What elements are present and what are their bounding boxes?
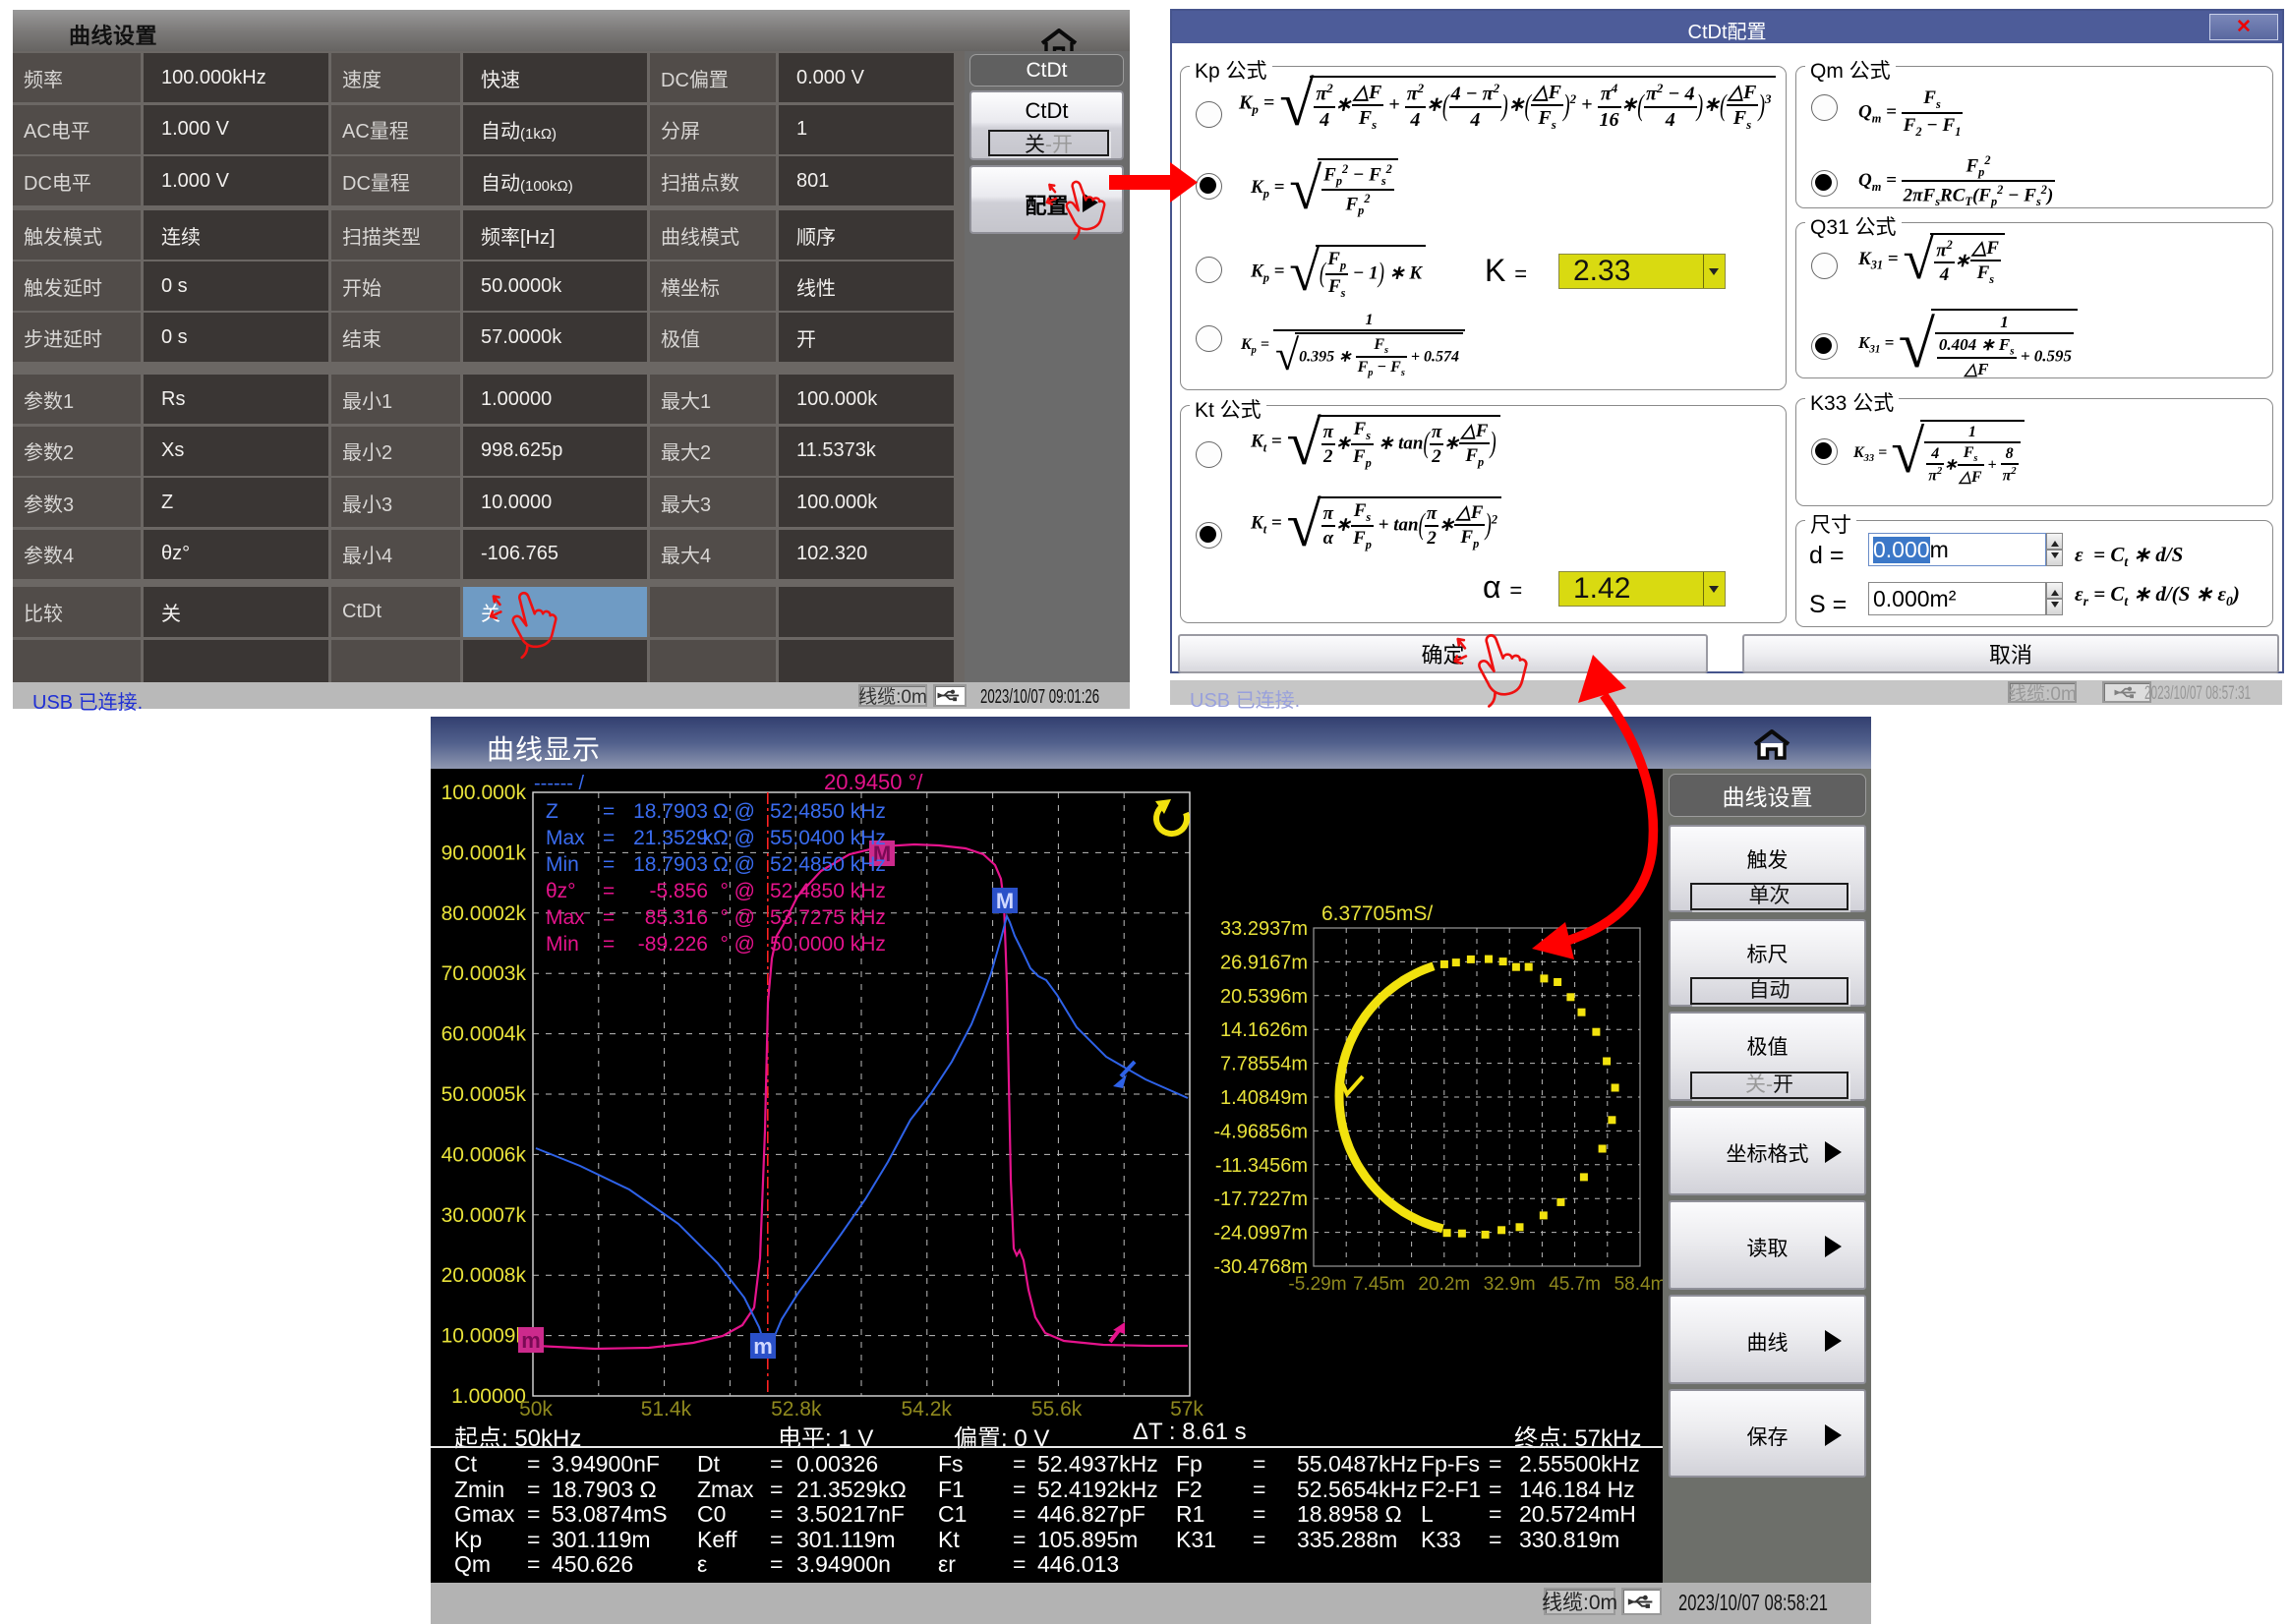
svg-text:Ω @: Ω @ [713, 853, 755, 876]
svg-text:=: = [603, 906, 615, 929]
svg-text:Z: Z [546, 800, 558, 823]
svg-text:1.40849m: 1.40849m [1220, 1087, 1308, 1109]
svg-text:M: M [996, 889, 1014, 913]
svg-text:70.0003k: 70.0003k [441, 962, 527, 985]
svg-text:7.45m: 7.45m [1353, 1274, 1405, 1295]
svg-text:50.0000 kHz: 50.0000 kHz [770, 933, 886, 956]
svg-text:51.4k: 51.4k [641, 1398, 692, 1421]
svg-text:Ω @: Ω @ [713, 800, 755, 823]
svg-text:32.9m: 32.9m [1484, 1274, 1536, 1295]
svg-text:° @: ° @ [720, 906, 755, 929]
svg-text:kΩ @: kΩ @ [703, 827, 755, 849]
svg-text:Max: Max [546, 906, 585, 929]
svg-text:100.000k: 100.000k [441, 782, 527, 804]
svg-text:18.7903: 18.7903 [633, 800, 708, 823]
svg-text:52.4850 kHz: 52.4850 kHz [770, 853, 886, 876]
svg-text:20.2m: 20.2m [1418, 1274, 1470, 1295]
svg-text:18.7903: 18.7903 [633, 853, 708, 876]
svg-text:m: m [753, 1334, 773, 1359]
svg-text:45.7m: 45.7m [1549, 1274, 1601, 1295]
svg-text:-5.29m: -5.29m [1288, 1274, 1346, 1295]
svg-text:20.0008k: 20.0008k [441, 1264, 527, 1287]
svg-text:60.0004k: 60.0004k [441, 1023, 527, 1046]
svg-text:Min: Min [546, 853, 579, 876]
svg-text:° @: ° @ [720, 933, 755, 956]
svg-text:20.9450 °/: 20.9450 °/ [824, 770, 923, 794]
svg-text:-4.96856m: -4.96856m [1213, 1121, 1308, 1142]
svg-text:57k: 57k [1170, 1398, 1203, 1421]
svg-text:7.78554m: 7.78554m [1220, 1054, 1308, 1075]
svg-text:=: = [603, 827, 615, 849]
svg-text:-11.3456m: -11.3456m [1215, 1155, 1308, 1177]
svg-text:55.6k: 55.6k [1031, 1398, 1083, 1421]
svg-text:90.0001k: 90.0001k [441, 841, 527, 864]
svg-text:52.4850 kHz: 52.4850 kHz [770, 800, 886, 823]
svg-text:33.2937m: 33.2937m [1220, 918, 1308, 940]
svg-text:53.7275 kHz: 53.7275 kHz [770, 906, 886, 929]
svg-text:6.37705mS/: 6.37705mS/ [1321, 902, 1433, 925]
svg-text:10.0009k: 10.0009k [441, 1325, 527, 1348]
svg-text:80.0002k: 80.0002k [441, 902, 527, 925]
svg-text:Max: Max [546, 827, 585, 849]
svg-text:=: = [603, 933, 615, 956]
svg-text:50.0005k: 50.0005k [441, 1083, 527, 1106]
svg-text:58.4m: 58.4m [1614, 1274, 1663, 1295]
svg-text:50k: 50k [519, 1398, 553, 1421]
svg-text:-5.856: -5.856 [649, 880, 708, 902]
svg-text:55.0400 kHz: 55.0400 kHz [770, 827, 886, 849]
svg-text:52.8k: 52.8k [771, 1398, 822, 1421]
svg-text:85.316: 85.316 [645, 906, 708, 929]
svg-text:θz°: θz° [546, 880, 576, 902]
svg-text:20.5396m: 20.5396m [1220, 986, 1308, 1008]
svg-text:-17.7227m: -17.7227m [1213, 1189, 1308, 1210]
svg-text:26.9167m: 26.9167m [1220, 952, 1308, 973]
svg-text:-24.0997m: -24.0997m [1213, 1223, 1308, 1245]
svg-text:-89.226: -89.226 [638, 933, 708, 956]
svg-text:Min: Min [546, 933, 579, 956]
svg-text:54.2k: 54.2k [902, 1398, 953, 1421]
svg-text:52.4850 kHz: 52.4850 kHz [770, 880, 886, 902]
svg-text:=: = [603, 880, 615, 902]
svg-text:30.0007k: 30.0007k [441, 1204, 527, 1227]
svg-text:1.00000: 1.00000 [451, 1385, 526, 1408]
svg-text:m: m [521, 1328, 541, 1353]
svg-text:=: = [603, 853, 615, 876]
svg-text:=: = [603, 800, 615, 823]
svg-text:------ /: ------ / [534, 773, 585, 794]
svg-text:° @: ° @ [720, 880, 755, 902]
svg-text:40.0006k: 40.0006k [441, 1143, 527, 1166]
svg-text:21.3529: 21.3529 [633, 827, 708, 849]
svg-text:14.1626m: 14.1626m [1220, 1019, 1308, 1041]
